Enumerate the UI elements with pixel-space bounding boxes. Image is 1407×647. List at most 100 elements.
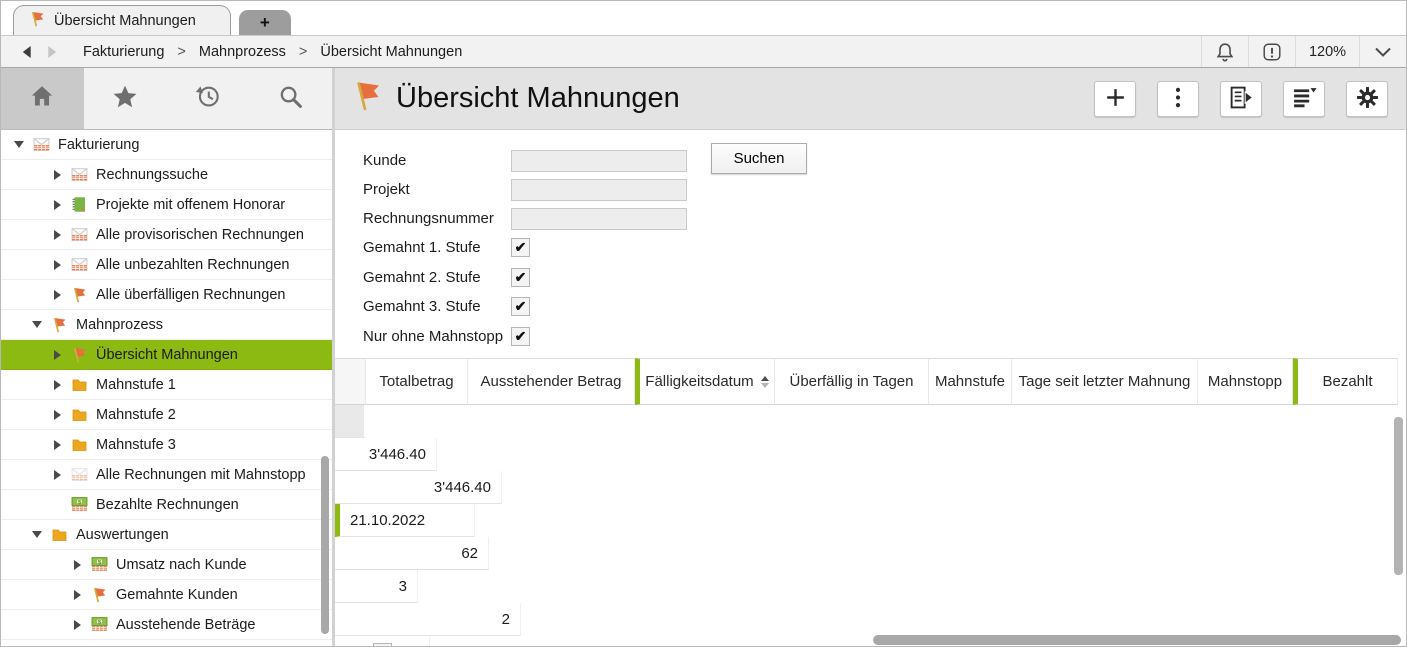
sidebar-tab-history[interactable] bbox=[167, 68, 250, 129]
column-header-tage-seit-letzter-mahnung[interactable]: Tage seit letzter Mahnung bbox=[1012, 358, 1198, 405]
column-header-totalbetrag[interactable]: Totalbetrag bbox=[366, 358, 468, 405]
tree-item-gemahnte-kunden[interactable]: Gemahnte Kunden bbox=[1, 580, 332, 610]
breadcrumb-item-fakturierung[interactable]: Fakturierung bbox=[79, 44, 168, 60]
tree-item-bezahlte-rechnungen[interactable]: $Bezahlte Rechnungen bbox=[1, 490, 332, 520]
tree-item-umsatz-nach-kunde[interactable]: $Umsatz nach Kunde bbox=[1, 550, 332, 580]
expand-arrow[interactable] bbox=[47, 410, 67, 420]
mahnstopp-cell-checkbox[interactable] bbox=[373, 643, 392, 647]
filter-panel: Suchen KundeProjektRechnungsnummerGemahn… bbox=[335, 130, 1406, 358]
zoom-level[interactable]: 120% bbox=[1295, 36, 1359, 67]
expand-arrow[interactable] bbox=[9, 141, 29, 148]
sidebar-tabs bbox=[1, 68, 332, 130]
tab-label: Übersicht Mahnungen bbox=[54, 13, 196, 29]
tree-item-mahnstufe-3[interactable]: Mahnstufe 3 bbox=[1, 430, 332, 460]
page-title: Übersicht Mahnungen bbox=[396, 82, 680, 115]
breadcrumb-separator: > bbox=[168, 44, 194, 60]
column-header-überfällig-in-tagen[interactable]: Überfällig in Tagen bbox=[775, 358, 929, 405]
expand-arrow[interactable] bbox=[47, 230, 67, 240]
column-header-mahnstufe[interactable]: Mahnstufe bbox=[929, 358, 1012, 405]
tree-item-ausstehende-beträge[interactable]: $Ausstehende Beträge bbox=[1, 610, 332, 640]
tree-item-projekte-mit-offenem-honorar[interactable]: Projekte mit offenem Honorar bbox=[1, 190, 332, 220]
tree-item-mahnstufe-2[interactable]: Mahnstufe 2 bbox=[1, 400, 332, 430]
triangle-down-icon bbox=[32, 321, 42, 328]
sort-asc-icon bbox=[761, 376, 769, 381]
forward-button[interactable] bbox=[39, 45, 65, 59]
tab-uebersicht-mahnungen[interactable]: Übersicht Mahnungen bbox=[13, 5, 231, 35]
chevron-down-icon[interactable] bbox=[1359, 36, 1406, 67]
expand-arrow[interactable] bbox=[67, 620, 87, 630]
expand-arrow[interactable] bbox=[67, 590, 87, 600]
gemahnt-3-stufe-checkbox[interactable] bbox=[511, 297, 530, 316]
table-horizontal-scrollbar[interactable] bbox=[873, 635, 1401, 645]
expand-arrow[interactable] bbox=[47, 260, 67, 270]
tree-item-fakturierung[interactable]: Fakturierung bbox=[1, 130, 332, 160]
breadcrumb-item-übersicht-mahnungen[interactable]: Übersicht Mahnungen bbox=[316, 44, 466, 60]
sidebar-tab-favorites[interactable] bbox=[84, 68, 167, 129]
filter-row-projekt: Projekt bbox=[335, 175, 1406, 204]
projekt-input[interactable] bbox=[511, 179, 687, 201]
column-header-ausstehender-betrag[interactable]: Ausstehender Betrag bbox=[468, 358, 635, 405]
kunde-input[interactable] bbox=[511, 150, 687, 172]
filter-check-row-gemahnt-3-stufe: Gemahnt 3. Stufe bbox=[335, 292, 1406, 322]
triangle-right-icon bbox=[54, 170, 61, 180]
invoice-icon bbox=[69, 256, 89, 273]
more-button[interactable] bbox=[1157, 81, 1199, 117]
tree-item-mahnstufe-1[interactable]: Mahnstufe 1 bbox=[1, 370, 332, 400]
row-selector-header[interactable] bbox=[335, 358, 366, 405]
gemahnt-2-stufe-checkbox[interactable] bbox=[511, 268, 530, 287]
column-header-mahnstopp[interactable]: Mahnstopp bbox=[1198, 358, 1293, 405]
breadcrumb-item-mahnprozess[interactable]: Mahnprozess bbox=[195, 44, 290, 60]
tree-item-auswertungen[interactable]: Auswertungen bbox=[1, 520, 332, 550]
expand-arrow[interactable] bbox=[47, 350, 67, 360]
invoice-icon bbox=[69, 166, 89, 183]
money-icon: $ bbox=[89, 616, 109, 633]
table-row[interactable]: 3'446.403'446.4021.10.20226232 bbox=[335, 405, 1406, 647]
rechnungsnummer-input[interactable] bbox=[511, 208, 687, 230]
table-vertical-scrollbar[interactable] bbox=[1394, 417, 1403, 575]
expand-arrow[interactable] bbox=[27, 321, 47, 328]
tree-item-alle-überfälligen-rechnungen[interactable]: Alle überfälligen Rechnungen bbox=[1, 280, 332, 310]
report-icon bbox=[1229, 86, 1254, 112]
expand-arrow[interactable] bbox=[47, 440, 67, 450]
tree-item-übersicht-mahnungen[interactable]: Übersicht Mahnungen bbox=[1, 340, 332, 370]
row-selector[interactable] bbox=[335, 405, 366, 438]
expand-arrow[interactable] bbox=[47, 200, 67, 210]
column-header-label: Bezahlt bbox=[1322, 373, 1372, 390]
settings-button[interactable] bbox=[1346, 81, 1388, 117]
triangle-right-icon bbox=[54, 260, 61, 270]
expand-arrow[interactable] bbox=[47, 290, 67, 300]
gemahnt-1-stufe-checkbox[interactable] bbox=[511, 238, 530, 257]
sidebar-scrollbar[interactable] bbox=[321, 456, 329, 634]
cell-mahnstopp[interactable] bbox=[335, 636, 430, 647]
column-header-fälligkeitsdatum[interactable]: Fälligkeitsdatum bbox=[635, 358, 775, 405]
tree-item-alle-rechnungen-mit-mahnstopp[interactable]: Alle Rechnungen mit Mahnstopp bbox=[1, 460, 332, 490]
nur-ohne-mahnstopp-checkbox[interactable] bbox=[511, 327, 530, 346]
report-button[interactable] bbox=[1220, 81, 1262, 117]
column-header-bezahlt[interactable]: Bezahlt bbox=[1293, 358, 1398, 405]
tree-item-label: Mahnprozess bbox=[76, 317, 163, 333]
expand-arrow[interactable] bbox=[27, 531, 47, 538]
book-icon bbox=[69, 196, 89, 213]
cell-überfällig-in-tagen: 62 bbox=[335, 537, 489, 570]
expand-arrow[interactable] bbox=[67, 560, 87, 570]
filter-check-label: Nur ohne Mahnstopp bbox=[363, 328, 511, 345]
sort-indicator-icon[interactable] bbox=[761, 376, 769, 388]
sidebar-tab-search[interactable] bbox=[249, 68, 332, 129]
back-button[interactable] bbox=[13, 45, 39, 59]
expand-arrow[interactable] bbox=[47, 170, 67, 180]
cell-ausstehender-betrag: 3'446.40 bbox=[335, 471, 502, 504]
tree-item-mahnprozess[interactable]: Mahnprozess bbox=[1, 310, 332, 340]
tree-item-rechnungssuche[interactable]: Rechnungssuche bbox=[1, 160, 332, 190]
new-tab-button[interactable]: + bbox=[239, 10, 291, 35]
alerts-icon[interactable] bbox=[1248, 36, 1295, 67]
tree-item-alle-unbezahlten-rechnungen[interactable]: Alle unbezahlten Rechnungen bbox=[1, 250, 332, 280]
tree-item-alle-provisorischen-rechnungen[interactable]: Alle provisorischen Rechnungen bbox=[1, 220, 332, 250]
folder-icon bbox=[49, 527, 69, 543]
sidebar-tab-home[interactable] bbox=[1, 68, 84, 129]
expand-arrow[interactable] bbox=[47, 470, 67, 480]
notifications-bell-icon[interactable] bbox=[1201, 36, 1248, 67]
list-options-button[interactable] bbox=[1283, 81, 1325, 117]
search-button[interactable]: Suchen bbox=[711, 143, 807, 174]
expand-arrow[interactable] bbox=[47, 380, 67, 390]
add-button[interactable] bbox=[1094, 81, 1136, 117]
